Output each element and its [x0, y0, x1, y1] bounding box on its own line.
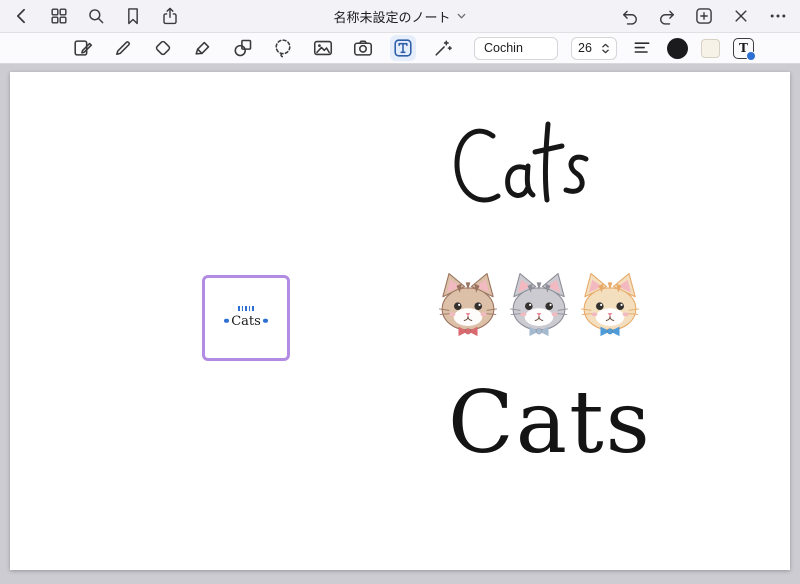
bookmark-button[interactable] — [121, 4, 145, 28]
canvas-area[interactable]: Cats Cats — [0, 64, 800, 584]
search-icon — [89, 9, 104, 24]
handwritten-cats-ink[interactable] — [448, 116, 598, 221]
undo-button[interactable] — [618, 4, 642, 28]
text-icon — [394, 39, 412, 57]
note-title-menu[interactable]: 名称未設定のノート — [333, 7, 466, 26]
undo-icon — [623, 10, 637, 25]
search-button[interactable] — [84, 4, 108, 28]
nav-left-group — [10, 4, 182, 28]
tool-camera-button[interactable] — [350, 35, 376, 61]
tool-lasso-button[interactable] — [270, 35, 296, 61]
add-page-button[interactable] — [692, 4, 716, 28]
add-page-icon — [696, 8, 712, 24]
font-size-value: 26 — [578, 41, 592, 55]
highlight-color-swatch[interactable] — [701, 38, 720, 58]
image-icon — [313, 40, 333, 56]
close-button[interactable] — [729, 4, 753, 28]
thumbnails-button[interactable] — [47, 4, 71, 28]
tool-group — [70, 35, 456, 61]
chevron-down-icon — [457, 13, 466, 19]
text-controls-group: Cochin 26 T — [474, 36, 756, 61]
gray-cat-sticker[interactable] — [505, 268, 573, 339]
text-color-swatch[interactable] — [667, 37, 688, 59]
text-style-button[interactable]: T — [733, 37, 756, 61]
selected-sticker-box[interactable]: Cats — [202, 275, 290, 361]
notes-app: 名称未設定のノート Cochin 26 T Cats Cats — [0, 0, 800, 584]
bookmark-icon — [128, 8, 138, 25]
more-icon — [770, 14, 786, 18]
sticker-preview-ticks — [238, 306, 254, 311]
tool-elements-button[interactable] — [70, 35, 96, 61]
note-title: 名称未設定のノート — [333, 9, 451, 25]
share-icon — [163, 7, 177, 25]
sticker-preview-text: Cats — [231, 313, 261, 329]
align-left-icon — [634, 42, 650, 53]
eraser-icon — [155, 40, 171, 56]
more-button[interactable] — [766, 4, 790, 28]
tool-shapes-button[interactable] — [230, 35, 256, 61]
cat-stickers-row — [434, 268, 644, 339]
thumbnails-icon — [51, 8, 67, 24]
font-family-select[interactable]: Cochin — [474, 36, 558, 60]
brown-cat-sticker[interactable] — [434, 268, 502, 339]
cream-cat-sticker[interactable] — [576, 268, 644, 339]
share-button[interactable] — [158, 4, 182, 28]
text-align-button[interactable] — [630, 36, 654, 60]
camera-icon — [353, 40, 373, 56]
nav-right-group — [618, 4, 790, 28]
font-size-stepper[interactable]: 26 — [571, 36, 617, 60]
tool-text-button[interactable] — [390, 35, 416, 61]
highlighter-icon — [195, 41, 210, 55]
tool-eraser-button[interactable] — [150, 35, 176, 61]
close-icon — [735, 10, 747, 22]
navigation-bar: 名称未設定のノート — [0, 0, 800, 33]
resize-handle-right[interactable] — [263, 318, 268, 323]
stepper-chevrons-icon — [602, 43, 609, 53]
tool-pen-button[interactable] — [110, 35, 136, 61]
laser-pointer-icon — [435, 40, 452, 56]
tools-toolbar: Cochin 26 T — [0, 33, 800, 64]
typed-cats-text[interactable]: Cats — [448, 380, 652, 466]
back-button[interactable] — [10, 4, 34, 28]
note-page[interactable]: Cats Cats — [10, 72, 790, 570]
redo-button[interactable] — [655, 4, 679, 28]
resize-handle-left[interactable] — [224, 318, 229, 323]
sticker-preview: Cats — [224, 306, 268, 330]
tool-highlighter-button[interactable] — [190, 35, 216, 61]
lasso-icon — [275, 39, 291, 58]
shapes-icon — [234, 39, 252, 57]
tool-image-button[interactable] — [310, 35, 336, 61]
pen-icon — [115, 41, 130, 56]
sticker-preview-textbox: Cats — [224, 312, 268, 330]
back-icon — [16, 8, 25, 24]
active-color-dot — [746, 50, 756, 61]
redo-icon — [660, 10, 674, 25]
tool-laser-pointer-button[interactable] — [430, 35, 456, 61]
elements-icon — [74, 40, 93, 56]
font-family-value: Cochin — [484, 41, 523, 55]
